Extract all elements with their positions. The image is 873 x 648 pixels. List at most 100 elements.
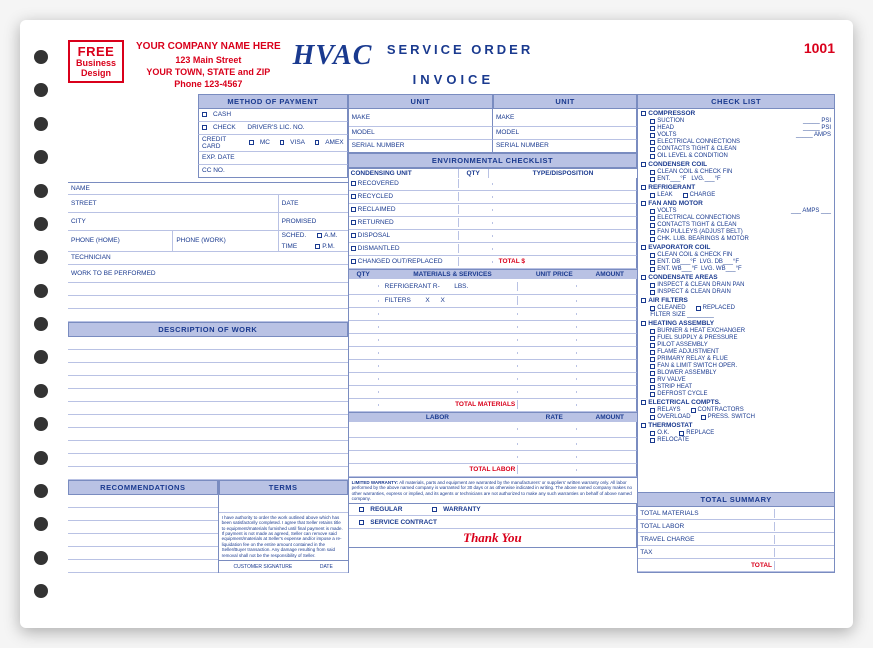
checklist-item[interactable]: VOLTS_____ AMPS (638, 132, 834, 139)
rec-row[interactable] (68, 495, 218, 508)
desc-row[interactable] (68, 376, 348, 389)
desc-row[interactable] (68, 415, 348, 428)
checklist-item[interactable]: ELECTRICAL CONNECTIONS (638, 139, 834, 146)
checklist-item[interactable]: CONTACTS TIGHT & CLEAN (638, 146, 834, 153)
mat-row[interactable] (349, 308, 638, 321)
mat-row-filters[interactable]: FILTERS X X (349, 295, 638, 308)
sum-tax[interactable]: TAX (638, 546, 834, 559)
rec-row[interactable] (68, 534, 218, 547)
phone-home-field[interactable]: PHONE (HOME) (68, 231, 172, 252)
labor-row[interactable] (349, 451, 638, 464)
rec-row[interactable] (68, 508, 218, 521)
street-field[interactable]: STREET (68, 195, 278, 213)
checklist-item[interactable]: VOLTS___ AMPS ___ (638, 208, 834, 215)
blank-row[interactable] (68, 283, 348, 296)
desc-row[interactable] (68, 402, 348, 415)
checklist-item[interactable]: HEAD_____ PSI (638, 125, 834, 132)
checklist-item[interactable]: RV VALVE (638, 377, 834, 384)
rec-row[interactable] (68, 521, 218, 534)
checklist-item[interactable]: STRIP HEAT (638, 384, 834, 391)
checklist-item[interactable]: RELAYS CONTRACTORS (638, 407, 834, 414)
mat-row[interactable] (349, 321, 638, 334)
checklist-item[interactable]: BLOWER ASSEMBLY (638, 370, 834, 377)
desc-row[interactable] (68, 350, 348, 363)
checklist-item[interactable]: FUEL SUPPLY & PRESSURE (638, 335, 834, 342)
blank-row[interactable] (68, 309, 348, 322)
checklist-item[interactable]: INSPECT & CLEAN DRAIN PAN (638, 282, 834, 289)
mat-row[interactable] (349, 360, 638, 373)
env-row[interactable]: RECLAIMED (349, 204, 638, 217)
env-row[interactable]: CHANGED OUT/REPLACEDTOTAL $ (349, 256, 638, 269)
checklist-item[interactable]: CHK. LUB. BEARINGS & MOTOR (638, 236, 834, 243)
checklist-item[interactable]: LEAK CHARGE (638, 192, 834, 199)
rec-row[interactable] (68, 560, 218, 573)
checklist-item[interactable]: ENT. DB___°F LVG. DB___°F (638, 259, 834, 266)
unit1-make[interactable]: MAKE (349, 109, 493, 127)
checkbox[interactable] (315, 244, 320, 249)
phone-work-field[interactable]: PHONE (WORK) (172, 231, 277, 252)
unit1-model[interactable]: MODEL (349, 127, 493, 140)
env-row[interactable]: RECYCLED (349, 191, 638, 204)
checklist-item[interactable]: SUCTION_____ PSI (638, 118, 834, 125)
desc-row[interactable] (68, 467, 348, 480)
checklist-item[interactable]: ELECTRICAL CONNECTIONS (638, 215, 834, 222)
checklist-item[interactable]: INSPECT & CLEAN DRAIN (638, 289, 834, 296)
desc-row[interactable] (68, 363, 348, 376)
checklist-item[interactable]: OIL LEVEL & CONDITION (638, 153, 834, 160)
sum-travel[interactable]: TRAVEL CHARGE (638, 533, 834, 546)
checklist-item[interactable]: O.K. REPLACE (638, 430, 834, 437)
checklist-item[interactable]: FILTER SIZE ________ (638, 312, 834, 319)
checklist-item[interactable]: FAN PULLEYS (ADJUST BELT) (638, 229, 834, 236)
mat-row-refrigerant[interactable]: REFRIGERANT R- LBS. (349, 279, 638, 295)
blank-row[interactable] (68, 296, 348, 309)
mat-row[interactable] (349, 386, 638, 399)
promised-field[interactable]: PROMISED (278, 213, 348, 231)
checklist-item[interactable]: FAN & LIMIT SWITCH OPER. (638, 363, 834, 370)
desc-row[interactable] (68, 337, 348, 350)
labor-row[interactable] (349, 438, 638, 451)
signature-row[interactable]: CUSTOMER SIGNATUREDATE (219, 560, 348, 573)
checklist-item[interactable]: CONTACTS TIGHT & CLEAN (638, 222, 834, 229)
checkbox[interactable] (280, 140, 284, 145)
unit2-model[interactable]: MODEL (493, 127, 637, 140)
mat-row[interactable] (349, 347, 638, 360)
checkbox[interactable] (359, 507, 364, 512)
checkbox[interactable] (432, 507, 437, 512)
checkbox[interactable] (202, 125, 207, 130)
desc-row[interactable] (68, 428, 348, 441)
mat-row[interactable] (349, 373, 638, 386)
terms-row[interactable] (219, 495, 348, 513)
env-row[interactable]: DISMANTLED (349, 243, 638, 256)
sched-field[interactable]: SCHED. A.M. TIME P.M. (278, 231, 348, 252)
labor-row[interactable] (349, 422, 638, 438)
checkbox[interactable] (202, 112, 207, 117)
checklist-item[interactable]: CLEAN COIL & CHECK FIN (638, 169, 834, 176)
name-field[interactable]: NAME (68, 182, 348, 195)
payment-exp-row[interactable]: EXP. DATE (198, 152, 348, 165)
checklist-item[interactable]: ENT. WB___°F LVG. WB___°F (638, 266, 834, 273)
env-row[interactable]: RETURNED (349, 217, 638, 230)
env-row[interactable]: DISPOSAL (349, 230, 638, 243)
desc-row[interactable] (68, 441, 348, 454)
checklist-item[interactable]: OVERLOAD PRESS. SWITCH (638, 414, 834, 421)
desc-row[interactable] (68, 389, 348, 402)
checkbox[interactable] (317, 233, 322, 238)
checklist-item[interactable]: CLEAN COIL & CHECK FIN (638, 252, 834, 259)
rec-row[interactable] (68, 547, 218, 560)
checklist-item[interactable]: ENT.___°F LVG.___°F (638, 176, 834, 183)
checklist-item[interactable]: PRIMARY RELAY & FLUE (638, 356, 834, 363)
sum-labor[interactable]: TOTAL LABOR (638, 520, 834, 533)
city-field[interactable]: CITY (68, 213, 278, 231)
work-performed-field[interactable]: WORK TO BE PERFORMED (68, 265, 348, 283)
checkbox[interactable] (249, 140, 253, 145)
checklist-item[interactable]: FLAME ADJUSTMENT (638, 349, 834, 356)
checklist-item[interactable]: CLEANED REPLACED (638, 305, 834, 312)
env-row[interactable]: RECOVERED (349, 178, 638, 191)
unit1-serial[interactable]: SERIAL NUMBER (349, 140, 493, 153)
checklist-item[interactable]: RELOCATE (638, 437, 834, 444)
checkbox[interactable] (315, 140, 319, 145)
unit2-make[interactable]: MAKE (493, 109, 637, 127)
date-field[interactable]: DATE (278, 195, 348, 213)
mat-row[interactable] (349, 334, 638, 347)
checkbox[interactable] (359, 520, 364, 525)
